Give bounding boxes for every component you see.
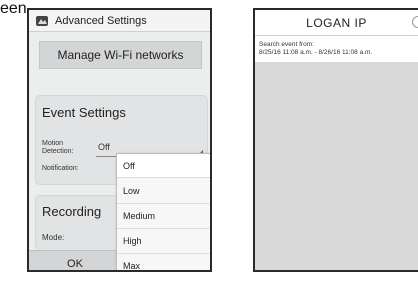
event-search-screen: LOGAN IP Search event from: 8/25/16 11:0… xyxy=(253,8,418,272)
notification-label: Notification: xyxy=(42,165,79,172)
event-search-range[interactable]: Search event from: 8/25/16 11:08 a.m. - … xyxy=(255,36,418,62)
event-settings-title: Event Settings xyxy=(42,105,126,120)
header-bar: LOGAN IP xyxy=(255,10,418,36)
dropdown-option-low[interactable]: Low xyxy=(117,179,210,203)
advanced-settings-screen: Advanced Settings Manage Wi-Fi networks … xyxy=(27,8,212,272)
recording-title: Recording xyxy=(42,204,102,219)
camera-name-title: LOGAN IP xyxy=(306,15,367,30)
mode-label: Mode: xyxy=(42,233,65,242)
motion-detection-dropdown: Off Low Medium High Max xyxy=(116,153,210,270)
search-date-range: 8/25/16 11:08 a.m. - 8/26/16 11:08 a.m. xyxy=(259,49,373,56)
dropdown-option-high[interactable]: High xyxy=(117,229,210,253)
caption-fragment: een xyxy=(0,0,27,17)
dropdown-option-medium[interactable]: Medium xyxy=(117,204,210,228)
search-label: Search event from: xyxy=(259,41,314,48)
dropdown-option-off[interactable]: Off xyxy=(117,154,210,178)
motion-detection-label-line1: Motion xyxy=(42,140,64,147)
ok-button[interactable]: OK xyxy=(29,250,121,270)
settings-icon[interactable] xyxy=(412,16,418,28)
screen-title: Advanced Settings xyxy=(55,14,147,27)
camera-app-icon xyxy=(35,14,49,28)
motion-detection-value[interactable]: Off xyxy=(98,142,110,152)
header-bar: Advanced Settings xyxy=(29,10,210,32)
dropdown-option-max[interactable]: Max xyxy=(117,254,210,270)
motion-detection-label-line2: Detection: xyxy=(42,148,74,155)
manage-wifi-button[interactable]: Manage Wi-Fi networks xyxy=(39,41,202,69)
